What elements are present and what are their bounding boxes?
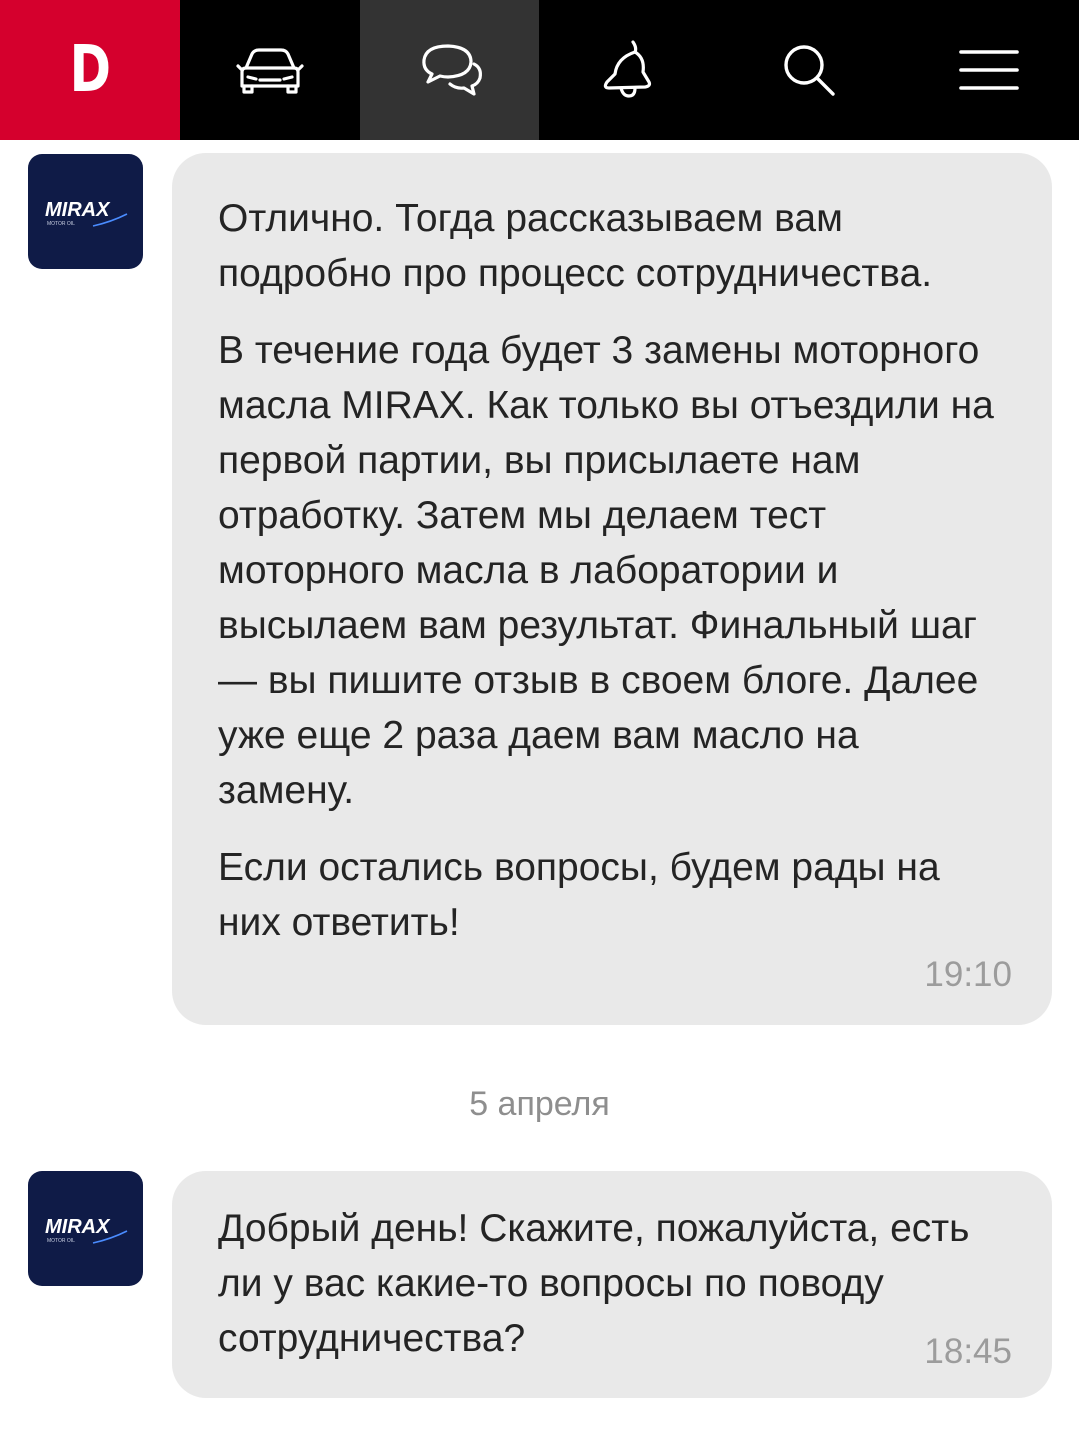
avatar[interactable]: MIRAX MOTOR OIL <box>28 154 143 269</box>
message-paragraph: Если остались вопросы, будем рады на них… <box>218 846 940 944</box>
messages-icon <box>421 44 482 96</box>
message-paragraph: Добрый день! Скажите, пожалуйста, есть л… <box>218 1207 970 1360</box>
avatar-subtitle: MOTOR OIL <box>47 221 75 227</box>
nav-messages-button[interactable] <box>359 0 540 140</box>
menu-icon <box>959 50 1019 90</box>
nav-menu-button[interactable] <box>899 0 1079 140</box>
avatar[interactable]: MIRAX MOTOR OIL <box>28 1171 143 1286</box>
message-time: 19:10 <box>924 955 1012 994</box>
nav-garage-button[interactable] <box>180 0 360 140</box>
logo-letter: D <box>69 33 111 107</box>
message-paragraph: В течение года будет 3 замены моторного … <box>218 329 994 812</box>
car-icon <box>236 48 304 94</box>
mirax-logo-icon: MIRAX MOTOR OIL <box>45 1216 127 1244</box>
mirax-logo-icon: MIRAX MOTOR OIL <box>45 199 127 227</box>
avatar-subtitle: MOTOR OIL <box>47 1238 75 1244</box>
avatar-brand: MIRAX <box>45 1216 111 1238</box>
nav-search-button[interactable] <box>719 0 899 140</box>
search-icon <box>784 45 835 96</box>
top-navigation-bar: D <box>0 0 1079 140</box>
message-bubble[interactable]: Добрый день! Скажите, пожалуйста, есть л… <box>172 1171 1052 1398</box>
nav-notifications-button[interactable] <box>539 0 719 140</box>
chat-thread: MIRAX MOTOR OIL Отлично. Тогда рассказыв… <box>0 140 1079 1437</box>
message-bubble[interactable]: Отлично. Тогда рассказываем вам подробно… <box>172 153 1052 1025</box>
drive2-logo[interactable]: D <box>0 0 180 140</box>
bell-icon <box>604 40 652 98</box>
date-separator: 5 апреля <box>469 1085 610 1123</box>
message-time: 18:45 <box>924 1332 1012 1371</box>
message-paragraph: Отлично. Тогда рассказываем вам подробно… <box>218 197 933 295</box>
avatar-brand: MIRAX <box>45 199 111 221</box>
